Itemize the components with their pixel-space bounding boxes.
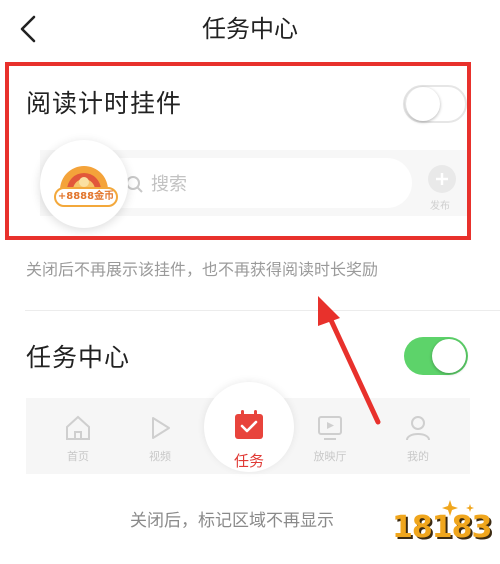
highlight-box <box>5 62 471 240</box>
tab-cinema-label: 放映厅 <box>313 450 347 463</box>
tab-home[interactable]: 首页 <box>48 414 108 464</box>
reading-widget-description: 关闭后不再展示该挂件，也不再获得阅读时长奖励 <box>26 260 379 279</box>
tab-profile-label: 我的 <box>407 450 429 463</box>
user-icon <box>406 416 430 441</box>
navigation-bar: 任务中心 <box>0 0 500 58</box>
divider <box>25 310 500 311</box>
watermark-text: 18183 <box>392 510 492 545</box>
tab-cinema[interactable]: 放映厅 <box>300 414 360 464</box>
tab-profile[interactable]: 我的 <box>388 414 448 464</box>
page-title: 任务中心 <box>202 15 298 43</box>
home-icon <box>66 415 90 440</box>
tab-home-label: 首页 <box>67 450 89 463</box>
task-center-toggle[interactable] <box>404 337 468 375</box>
video-screen-icon <box>318 416 342 440</box>
play-icon <box>152 417 170 439</box>
tab-video[interactable]: 视频 <box>130 414 190 464</box>
calendar-check-icon <box>235 410 263 439</box>
tab-task-label: 任务 <box>233 452 264 470</box>
task-center-label: 任务中心 <box>26 343 131 372</box>
toggle-knob <box>432 339 466 373</box>
tab-video-label: 视频 <box>149 450 171 463</box>
footer-description: 关闭后，标记区域不再显示 <box>130 511 334 531</box>
